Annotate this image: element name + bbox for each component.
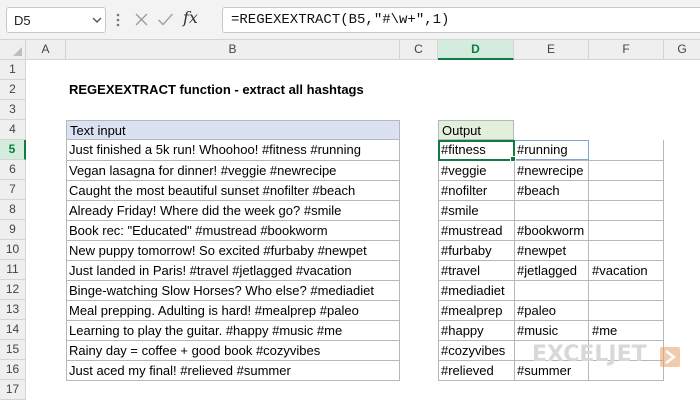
output-cell-e6[interactable]: #newrecipe <box>514 160 589 180</box>
input-cell-b10[interactable]: New puppy tomorrow! So excited #furbaby … <box>66 240 400 260</box>
column-header-b[interactable]: B <box>66 40 400 60</box>
name-box-value: D5 <box>14 13 31 28</box>
output-cell-e9[interactable]: #bookworm <box>514 220 589 240</box>
exceljet-watermark: EXCELJET <box>532 342 647 367</box>
formula-bar: D5 fx =REGEXEXTRACT(B5,"#\w+",1) <box>0 0 700 40</box>
formula-input[interactable]: =REGEXEXTRACT(B5,"#\w+",1) <box>222 7 700 33</box>
input-cell-b12[interactable]: Binge-watching Slow Horses? Who else? #m… <box>66 280 400 300</box>
row-header-14[interactable]: 14 <box>0 320 26 340</box>
row-header-15[interactable]: 15 <box>0 340 26 360</box>
output-cell-e8[interactable] <box>514 200 589 220</box>
row-header-9[interactable]: 9 <box>0 220 26 240</box>
input-cell-b16[interactable]: Just aced my final! #relieved #summer <box>66 360 400 380</box>
output-cell-d13[interactable]: #mealprep <box>438 300 514 320</box>
formula-text: =REGEXEXTRACT(B5,"#\w+",1) <box>231 12 450 28</box>
column-header-f[interactable]: F <box>589 40 664 60</box>
row-header-8[interactable]: 8 <box>0 200 26 220</box>
select-all-corner[interactable] <box>0 40 26 60</box>
row-header-12[interactable]: 12 <box>0 280 26 300</box>
input-header-cell[interactable]: Text input <box>66 120 400 140</box>
enter-checkmark-icon[interactable] <box>157 12 174 27</box>
column-header-d[interactable]: D <box>438 40 514 60</box>
output-cell-e13[interactable]: #paleo <box>514 300 589 320</box>
cancel-icon[interactable] <box>134 12 149 27</box>
input-cell-b11[interactable]: Just landed in Paris! #travel #jetlagged… <box>66 260 400 280</box>
output-cell-f11[interactable]: #vacation <box>589 260 664 280</box>
output-cell-f10[interactable] <box>589 240 664 260</box>
row-header-3[interactable]: 3 <box>0 100 26 120</box>
input-cell-b14[interactable]: Learning to play the guitar. #happy #mus… <box>66 320 400 340</box>
row-header-7[interactable]: 7 <box>0 180 26 200</box>
output-cell-f9[interactable] <box>589 220 664 240</box>
output-cell-d6[interactable]: #veggie <box>438 160 514 180</box>
row-header-5[interactable]: 5 <box>0 140 26 160</box>
input-cell-b8[interactable]: Already Friday! Where did the week go? #… <box>66 200 400 220</box>
output-cell-d12[interactable]: #mediadiet <box>438 280 514 300</box>
output-cell-d14[interactable]: #happy <box>438 320 514 340</box>
input-cell-b6[interactable]: Vegan lasagna for dinner! #veggie #newre… <box>66 160 400 180</box>
function-fx-icon[interactable]: fx <box>183 8 198 27</box>
row-header-11[interactable]: 11 <box>0 260 26 280</box>
row-header-13[interactable]: 13 <box>0 300 26 320</box>
input-cell-b15[interactable]: Rainy day = coffee + good book #cozyvibe… <box>66 340 400 360</box>
output-cell-f8[interactable] <box>589 200 664 220</box>
name-box[interactable]: D5 <box>6 7 106 33</box>
output-header-cell[interactable]: Output <box>438 120 514 140</box>
row-header-16[interactable]: 16 <box>0 360 26 380</box>
spill-focus-outline <box>514 140 589 160</box>
output-cell-d10[interactable]: #furbaby <box>438 240 514 260</box>
input-cell-b7[interactable]: Caught the most beautiful sunset #nofilt… <box>66 180 400 200</box>
output-cell-d7[interactable]: #nofilter <box>438 180 514 200</box>
column-header-e[interactable]: E <box>514 40 589 60</box>
select-all-triangle-icon <box>13 47 22 56</box>
row-header-4[interactable]: 4 <box>0 120 26 140</box>
column-header-a[interactable]: A <box>26 40 66 60</box>
sheet-title[interactable]: REGEXEXTRACT function - extract all hash… <box>66 80 364 100</box>
input-cell-b9[interactable]: Book rec: "Educated" #mustread #bookworm <box>66 220 400 240</box>
output-cell-d11[interactable]: #travel <box>438 260 514 280</box>
output-cell-f5[interactable] <box>589 140 664 160</box>
active-cell-selection[interactable] <box>438 140 515 161</box>
column-header-c[interactable]: C <box>400 40 438 60</box>
output-cell-e10[interactable]: #newpet <box>514 240 589 260</box>
column-header-g[interactable]: G <box>664 40 700 60</box>
output-cell-d9[interactable]: #mustread <box>438 220 514 240</box>
output-cell-e14[interactable]: #music <box>514 320 589 340</box>
output-cell-d8[interactable]: #smile <box>438 200 514 220</box>
chevron-down-icon[interactable] <box>91 13 103 27</box>
row-header-17[interactable]: 17 <box>0 380 26 400</box>
output-cell-d15[interactable]: #cozyvibes <box>438 340 514 360</box>
output-cell-d16[interactable]: #relieved <box>438 360 514 380</box>
output-cell-f12[interactable] <box>589 280 664 300</box>
exceljet-logo-icon <box>660 347 680 367</box>
output-cell-e12[interactable] <box>514 280 589 300</box>
more-options-icon[interactable] <box>115 12 121 28</box>
input-cell-b13[interactable]: Meal prepping. Adulting is hard! #mealpr… <box>66 300 400 320</box>
row-header-2[interactable]: 2 <box>0 80 26 100</box>
input-cell-b5[interactable]: Just finished a 5k run! Whoohoo! #fitnes… <box>66 140 400 160</box>
row-header-6[interactable]: 6 <box>0 160 26 180</box>
output-cell-f13[interactable] <box>589 300 664 320</box>
output-cell-f7[interactable] <box>589 180 664 200</box>
output-cell-f14[interactable]: #me <box>589 320 664 340</box>
row-header-1[interactable]: 1 <box>0 60 26 80</box>
output-cell-f6[interactable] <box>589 160 664 180</box>
fill-handle[interactable] <box>510 156 516 162</box>
row-header-10[interactable]: 10 <box>0 240 26 260</box>
output-cell-e7[interactable]: #beach <box>514 180 589 200</box>
output-cell-e11[interactable]: #jetlagged <box>514 260 589 280</box>
